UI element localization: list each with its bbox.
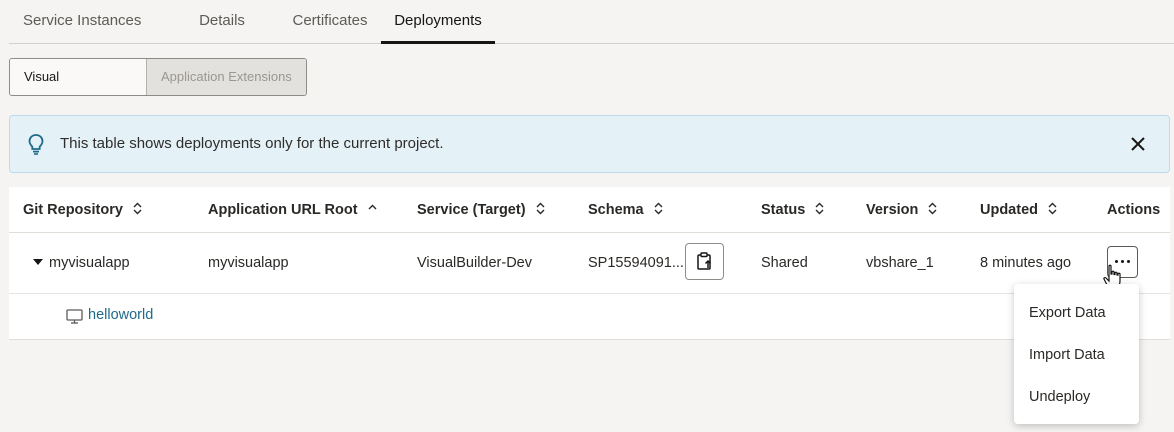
service-target-cell: VisualBuilder-Dev — [417, 255, 532, 271]
updated-cell: 8 minutes ago — [980, 255, 1072, 271]
version-cell: vbshare_1 — [866, 255, 934, 271]
more-icon — [1115, 260, 1133, 263]
column-header-status[interactable]: Status — [761, 202, 824, 218]
sort-icon — [928, 202, 937, 215]
tab-bar: Service Instances Details Certificates D… — [9, 0, 1174, 44]
table-row: myvisualapp myvisualapp VisualBuilder-De… — [9, 233, 1170, 294]
tab-service-instances[interactable]: Service Instances — [9, 0, 165, 43]
url-root-cell: myvisualapp — [208, 255, 289, 271]
row-actions-menu: Export Data Import Data Undeploy — [1014, 284, 1139, 424]
menu-item-import-data[interactable]: Import Data — [1014, 334, 1139, 376]
info-banner-message: This table shows deployments only for th… — [60, 135, 444, 152]
schema-cell: SP15594091... — [588, 255, 684, 271]
lightbulb-icon — [28, 134, 44, 155]
close-icon[interactable] — [1127, 133, 1149, 155]
status-cell: Shared — [761, 255, 808, 271]
sort-ascending-icon — [368, 204, 377, 210]
column-header-version[interactable]: Version — [866, 202, 937, 218]
sort-icon — [133, 202, 142, 215]
visual-applications-button[interactable]: Visual Applications — [10, 59, 147, 95]
git-repository-cell[interactable]: myvisualapp — [33, 255, 130, 271]
table-header: Git Repository Application URL Root Serv… — [9, 187, 1170, 233]
caret-down-icon[interactable] — [33, 259, 43, 265]
sort-icon — [815, 202, 824, 215]
clipboard-icon — [697, 252, 712, 270]
menu-item-export-data[interactable]: Export Data — [1014, 292, 1139, 334]
tab-details[interactable]: Details — [165, 0, 279, 43]
sort-icon — [536, 202, 545, 215]
deployment-type-toggle: Visual Applications Application Extensio… — [9, 58, 307, 96]
column-header-application-url-root[interactable]: Application URL Root — [208, 202, 377, 218]
tab-certificates[interactable]: Certificates — [279, 0, 381, 43]
application-extensions-button[interactable]: Application Extensions — [147, 59, 306, 95]
sort-icon — [654, 202, 663, 215]
sort-icon — [1048, 202, 1057, 215]
deployments-table: Git Repository Application URL Root Serv… — [9, 187, 1170, 340]
column-header-git-repository[interactable]: Git Repository — [23, 202, 142, 218]
menu-item-undeploy[interactable]: Undeploy — [1014, 376, 1139, 418]
column-header-updated[interactable]: Updated — [980, 202, 1057, 218]
copy-schema-button[interactable] — [685, 243, 724, 280]
column-header-actions: Actions — [1107, 202, 1161, 218]
info-banner: This table shows deployments only for th… — [9, 115, 1170, 173]
monitor-icon — [66, 309, 83, 324]
column-header-schema[interactable]: Schema — [588, 202, 663, 218]
table-row-child: helloworld — [9, 294, 1170, 340]
column-header-service-target[interactable]: Service (Target) — [417, 202, 545, 218]
helloworld-link[interactable]: helloworld — [88, 307, 153, 323]
tab-deployments[interactable]: Deployments — [381, 0, 495, 44]
